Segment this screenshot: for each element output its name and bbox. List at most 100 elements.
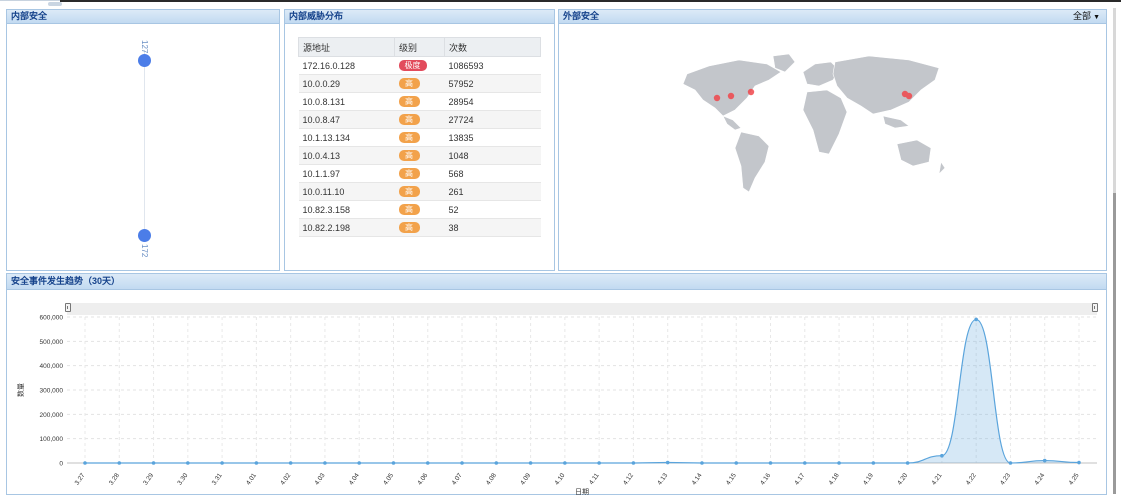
column-header-source[interactable]: 源地址 (298, 37, 395, 57)
cell-count: 28954 (444, 92, 541, 111)
x-tick-label: 4.05 (382, 472, 395, 487)
cell-source-ip: 10.0.4.13 (298, 146, 395, 165)
hotspot-us-west[interactable] (713, 94, 721, 102)
y-tick-label: 600,000 (40, 315, 64, 322)
data-point (837, 461, 841, 465)
level-badge: 高 (398, 222, 420, 233)
external-security-panel: 外部安全 全部 ▼ (558, 9, 1107, 271)
table-row[interactable]: 10.0.4.13 高 1048 (298, 146, 541, 165)
hotspot-us-east[interactable] (747, 88, 755, 96)
panel-title: 内部威胁分布 (285, 10, 554, 24)
x-tick-label: 4.18 (828, 472, 841, 487)
cell-level: 高 (394, 146, 445, 165)
x-tick-label: 4.03 (314, 472, 327, 487)
data-point (734, 461, 739, 465)
slider-track[interactable] (144, 50, 145, 240)
x-tick-label: 4.04 (348, 472, 361, 487)
x-tick-label: 3.31 (211, 472, 224, 487)
table-row[interactable]: 172.16.0.128 极度 1086593 (298, 56, 541, 75)
x-tick-label: 4.09 (519, 472, 532, 487)
cell-count: 1086593 (444, 56, 541, 75)
x-tick-label: 4.22 (965, 472, 978, 487)
table-row[interactable]: 10.82.2.198 高 38 (298, 218, 541, 237)
x-tick-label: 4.06 (416, 472, 429, 487)
table-row[interactable]: 10.0.0.29 高 57952 (298, 74, 541, 93)
cell-count: 1048 (444, 146, 541, 165)
data-point (700, 461, 704, 465)
data-point (905, 461, 910, 465)
data-point (665, 460, 670, 465)
cell-source-ip: 10.82.2.198 (298, 218, 395, 237)
slider-bottom-handle[interactable] (138, 229, 151, 242)
x-tick-label: 4.20 (896, 472, 909, 487)
world-map[interactable] (669, 50, 959, 210)
cell-count: 261 (444, 182, 541, 201)
scrollbar-thumb[interactable] (1113, 193, 1116, 494)
data-point (117, 461, 122, 465)
y-tick-label: 100,000 (40, 436, 64, 443)
event-trend-panel: 安全事件发生趋势（30天） 0 100,000 200,000 300,000 400,… (6, 273, 1107, 495)
level-badge: 高 (398, 150, 420, 161)
cell-level: 高 (394, 74, 445, 93)
table-row[interactable]: 10.0.8.47 高 27724 (298, 110, 541, 129)
cell-source-ip: 10.0.8.131 (298, 92, 395, 111)
panel-title-text: 外部安全 (563, 11, 600, 21)
data-point (768, 461, 773, 465)
x-tick-label: 4.25 (1068, 472, 1081, 487)
cell-source-ip: 10.0.11.10 (298, 182, 395, 201)
scope-dropdown[interactable]: 全部 ▼ (1073, 10, 1100, 24)
table-row[interactable]: 10.1.13.134 高 13835 (298, 128, 541, 147)
scope-dropdown-label: 全部 (1073, 11, 1092, 21)
cell-count: 52 (444, 200, 541, 219)
data-point (151, 461, 156, 465)
panel-title: 安全事件发生趋势（30天） (7, 274, 1106, 290)
data-point (631, 461, 636, 465)
map-north-america (682, 59, 782, 117)
data-point (254, 461, 259, 465)
slider-top-handle[interactable] (138, 54, 151, 67)
data-point (460, 461, 464, 465)
table-row[interactable]: 10.0.8.131 高 28954 (298, 92, 541, 111)
series-area (85, 319, 1079, 463)
column-header-count[interactable]: 次数 (444, 37, 541, 57)
cell-source-ip: 10.0.0.29 (298, 74, 395, 93)
toolbar-knob[interactable] (48, 2, 62, 6)
map-southeast-asia (882, 115, 910, 129)
table-row[interactable]: 10.82.3.158 高 52 (298, 200, 541, 219)
cell-level: 极度 (394, 56, 445, 75)
data-point (1077, 460, 1081, 465)
x-tick-label: 4.21 (931, 472, 944, 487)
data-point (528, 461, 533, 465)
hotspot-china-east-2[interactable] (905, 92, 913, 100)
y-tick-label: 500,000 (40, 339, 64, 346)
cell-level: 高 (394, 182, 445, 201)
x-tick-label: 4.02 (279, 472, 292, 487)
cell-source-ip: 172.16.0.128 (298, 56, 395, 75)
x-tick-label: 4.10 (554, 472, 567, 487)
threat-distribution-panel: 内部威胁分布 源地址 级别 次数 172.16.0.128 极度 1086593 10… (284, 9, 555, 271)
y-tick-label: 200,000 (40, 412, 64, 419)
cell-level: 高 (394, 218, 445, 237)
data-point (357, 461, 362, 465)
hotspot-us-central[interactable] (727, 92, 735, 100)
level-badge: 极度 (398, 60, 427, 71)
cell-count: 27724 (444, 110, 541, 129)
internal-security-panel: 内部安全 127 172 (6, 9, 280, 271)
data-point (802, 461, 807, 465)
panel-title: 内部安全 (7, 10, 279, 24)
data-point (1008, 461, 1013, 465)
x-axis-label: 日期 (575, 488, 589, 495)
data-point (1042, 458, 1047, 463)
x-tick-label: 4.16 (759, 472, 772, 487)
column-header-level[interactable]: 级别 (394, 37, 445, 57)
data-point (563, 461, 567, 465)
slider-top-label: 127 (140, 40, 149, 54)
x-tick-label: 3.30 (176, 472, 189, 487)
cell-count: 57952 (444, 74, 541, 93)
table-row[interactable]: 10.1.1.97 高 568 (298, 164, 541, 183)
x-tick-label: 4.14 (691, 472, 704, 487)
x-tick-label: 3.29 (142, 472, 155, 487)
table-row[interactable]: 10.0.11.10 高 261 (298, 182, 541, 201)
cell-level: 高 (394, 110, 445, 129)
vertical-scrollbar[interactable] (1113, 8, 1116, 494)
